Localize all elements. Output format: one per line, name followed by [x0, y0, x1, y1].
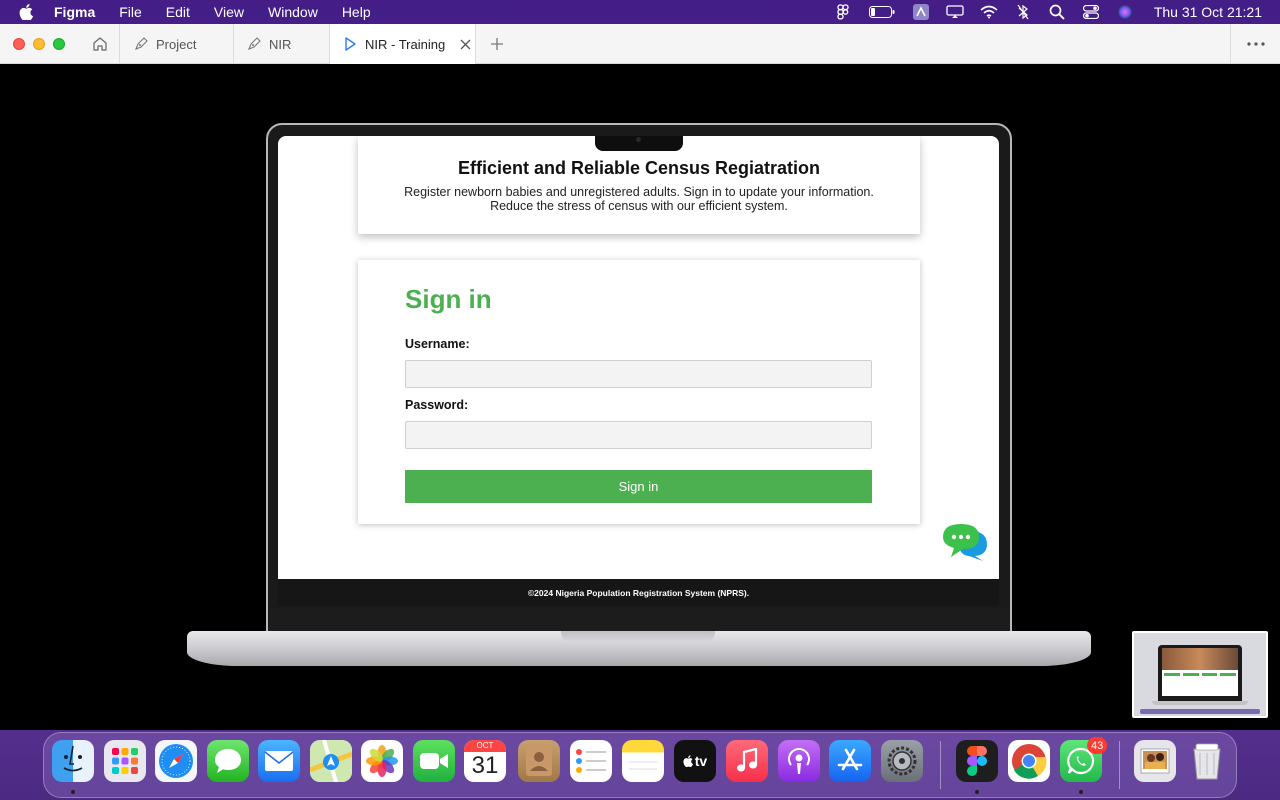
screen-mirroring-icon[interactable]: [946, 4, 964, 20]
dock: OCT 31 tv: [43, 732, 1237, 798]
thumbnail-laptop-base: [1152, 701, 1248, 705]
control-center-icon[interactable]: [1082, 4, 1100, 20]
running-indicator: [975, 790, 979, 794]
design-file-icon: [247, 37, 261, 51]
podcasts-icon[interactable]: [778, 740, 820, 782]
close-tab-icon[interactable]: [459, 38, 471, 50]
username-label: Username:: [405, 337, 470, 351]
mail-icon[interactable]: [258, 740, 300, 782]
menu-view[interactable]: View: [214, 4, 244, 20]
finder-icon[interactable]: [52, 740, 94, 782]
laptop-notch: [595, 136, 683, 151]
signin-form: Sign in Username: Password: Sign in: [358, 260, 920, 524]
password-label: Password:: [405, 398, 469, 412]
apple-tv-icon[interactable]: tv: [674, 740, 716, 782]
apple-tv-label: tv: [694, 753, 708, 769]
messages-icon[interactable]: [207, 740, 249, 782]
tab-label: NIR - Training: [365, 36, 446, 52]
menu-help[interactable]: Help: [342, 4, 371, 20]
more-options-button[interactable]: [1230, 24, 1280, 64]
reminders-icon[interactable]: [570, 740, 612, 782]
username-input[interactable]: [405, 360, 872, 388]
music-icon[interactable]: [726, 740, 768, 782]
tab-label: Project: [156, 36, 197, 52]
safari-icon[interactable]: [155, 740, 197, 782]
hero-subtitle: Register newborn babies and unregistered…: [404, 185, 874, 213]
password-input[interactable]: [405, 421, 872, 449]
chat-bubble-icon[interactable]: [941, 522, 989, 562]
site-footer: ©2024 Nigeria Population Registration Sy…: [278, 579, 999, 606]
home-icon: [92, 37, 107, 51]
app-store-icon[interactable]: [829, 740, 871, 782]
whatsapp-unread-badge: 43: [1087, 737, 1108, 754]
menu-window[interactable]: Window: [268, 4, 318, 20]
calendar-icon[interactable]: OCT 31: [464, 740, 506, 782]
window-controls: [13, 38, 65, 50]
system-settings-icon[interactable]: [881, 740, 923, 782]
running-indicator: [71, 790, 75, 794]
siri-icon[interactable]: [1116, 4, 1134, 20]
figma-window: Project NIR NIR - Training Efficient and…: [0, 24, 1280, 730]
app-menu-figma[interactable]: Figma: [54, 4, 95, 20]
signin-title: Sign in: [405, 284, 492, 314]
dock-separator: [1119, 741, 1120, 789]
contacts-icon[interactable]: [518, 740, 560, 782]
plus-icon: [491, 38, 503, 50]
window-close-button[interactable]: [13, 38, 25, 50]
calendar-day: 31: [471, 752, 499, 779]
chrome-icon[interactable]: [1008, 740, 1050, 782]
photos-icon[interactable]: [361, 740, 403, 782]
dock-separator: [940, 741, 941, 789]
downloads-stack-icon[interactable]: [1134, 740, 1176, 782]
arc-icon[interactable]: [912, 4, 930, 20]
window-zoom-button[interactable]: [53, 38, 65, 50]
tab-nir-training[interactable]: NIR - Training: [330, 24, 476, 64]
prototype-play-icon: [343, 37, 357, 51]
spotlight-search-icon[interactable]: [1048, 4, 1066, 20]
prototype-screen: Efficient and Reliable Census Regiatrati…: [278, 136, 999, 606]
laptop-trackpad-groove: [561, 631, 715, 642]
thumbnail-photo: [1162, 648, 1238, 670]
launchpad-icon[interactable]: [104, 740, 146, 782]
screenshot-thumbnail[interactable]: [1132, 631, 1268, 718]
maps-icon[interactable]: [310, 740, 352, 782]
bluetooth-off-icon[interactable]: [1014, 4, 1032, 20]
laptop-mockup-base: [187, 631, 1091, 666]
trash-icon[interactable]: [1186, 740, 1228, 782]
camera-icon: [636, 137, 641, 142]
more-dots-icon: [1246, 42, 1265, 46]
figma-icon[interactable]: [956, 740, 998, 782]
menubar-clock[interactable]: Thu 31 Oct 21:21: [1154, 4, 1262, 20]
thumbnail-buttons: [1164, 673, 1236, 676]
thumbnail-dock: [1140, 709, 1260, 714]
facetime-icon[interactable]: [413, 740, 455, 782]
tab-label: NIR: [269, 36, 292, 52]
running-indicator: [1079, 790, 1083, 794]
apple-menu-icon[interactable]: [18, 4, 34, 20]
laptop-bezel-bottom: [268, 608, 1010, 632]
figma-title-bar: Project NIR NIR - Training: [0, 24, 1280, 64]
menu-bar: Figma File Edit View Window Help Thu 31 …: [0, 0, 1280, 24]
hero-title: Efficient and Reliable Census Regiatrati…: [457, 158, 821, 178]
signin-button[interactable]: Sign in: [405, 470, 872, 503]
figma-status-icon[interactable]: [834, 4, 852, 20]
new-tab-button[interactable]: [487, 34, 507, 54]
notes-icon[interactable]: [622, 740, 664, 782]
calendar-month: OCT: [464, 740, 506, 752]
menu-file[interactable]: File: [119, 4, 142, 20]
window-minimize-button[interactable]: [33, 38, 45, 50]
design-file-icon: [134, 37, 148, 51]
battery-icon[interactable]: [868, 4, 896, 20]
menu-edit[interactable]: Edit: [166, 4, 190, 20]
tab-nir[interactable]: NIR: [234, 24, 330, 64]
home-button[interactable]: [80, 24, 120, 64]
wifi-icon[interactable]: [980, 4, 998, 20]
tab-project[interactable]: Project: [121, 24, 234, 64]
